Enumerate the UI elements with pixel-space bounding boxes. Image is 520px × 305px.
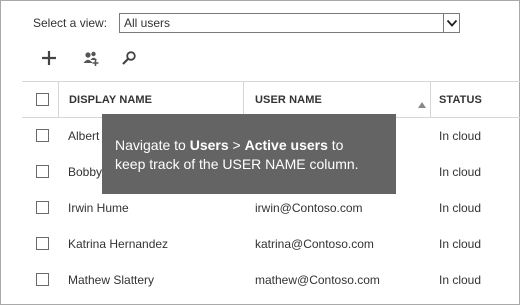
search-button[interactable] [118, 49, 140, 71]
display-name-cell: Irwin Hume [68, 201, 129, 215]
navigation-tooltip: Navigate to Users > Active users to keep … [102, 114, 396, 194]
table-row[interactable]: Mathew Slattery mathew@Contoso.com In cl… [22, 262, 520, 298]
search-icon [121, 50, 137, 71]
row-checkbox[interactable] [36, 165, 49, 178]
view-selector-label: Select a view: [33, 16, 108, 30]
column-header-status[interactable]: STATUS [439, 94, 482, 106]
column-divider [430, 82, 431, 118]
user-name-cell: irwin@Contoso.com [255, 201, 363, 215]
column-divider [243, 82, 244, 118]
display-name-cell: Bobby [68, 165, 103, 179]
status-cell: In cloud [439, 273, 482, 287]
toolbar [1, 49, 520, 73]
tooltip-suffix: to [327, 137, 344, 153]
row-checkbox[interactable] [36, 273, 49, 286]
row-checkbox[interactable] [36, 129, 49, 142]
add-user-button[interactable] [38, 49, 60, 71]
tooltip-active-users-text: Active users [244, 137, 328, 153]
tooltip-users-link-text: Users [189, 137, 229, 153]
table-row[interactable]: Irwin Hume irwin@Contoso.com In cloud [22, 190, 520, 226]
add-multiple-users-button[interactable] [80, 49, 102, 71]
column-header-user-name[interactable]: USER NAME [255, 94, 322, 106]
user-name-cell: katrina@Contoso.com [255, 237, 374, 251]
view-select-value: All users [124, 16, 171, 30]
view-select-dropdown[interactable]: All users [119, 13, 460, 33]
select-all-checkbox[interactable] [36, 93, 49, 106]
status-cell: In cloud [439, 237, 482, 251]
status-cell: In cloud [439, 129, 482, 143]
tooltip-separator: > [228, 137, 245, 153]
plus-icon [41, 50, 57, 71]
display-name-cell: Mathew Slattery [68, 273, 155, 287]
display-name-cell: Katrina Hernandez [68, 237, 169, 251]
user-name-cell: mathew@Contoso.com [255, 273, 380, 287]
sort-ascending-icon[interactable] [418, 95, 426, 113]
row-checkbox[interactable] [36, 237, 49, 250]
status-cell: In cloud [439, 165, 482, 179]
column-divider [58, 82, 59, 118]
column-header-display-name[interactable]: DISPLAY NAME [69, 94, 152, 106]
view-selector-row: Select a view: All users [1, 12, 520, 34]
status-cell: In cloud [439, 201, 482, 215]
tooltip-line-2: keep track of the USER NAME column. [115, 156, 359, 172]
add-users-icon [82, 50, 100, 71]
tooltip-prefix: Navigate to [115, 137, 190, 153]
tooltip-text: Navigate to Users > Active users to keep … [115, 136, 390, 174]
row-checkbox[interactable] [36, 201, 49, 214]
display-name-cell: Albert [68, 129, 100, 143]
table-header: DISPLAY NAME USER NAME STATUS [22, 81, 520, 118]
table-row[interactable]: Katrina Hernandez katrina@Contoso.com In… [22, 226, 520, 262]
chevron-down-icon[interactable] [443, 14, 459, 32]
users-panel: Select a view: All users DISPLAY NAME US… [0, 0, 520, 305]
